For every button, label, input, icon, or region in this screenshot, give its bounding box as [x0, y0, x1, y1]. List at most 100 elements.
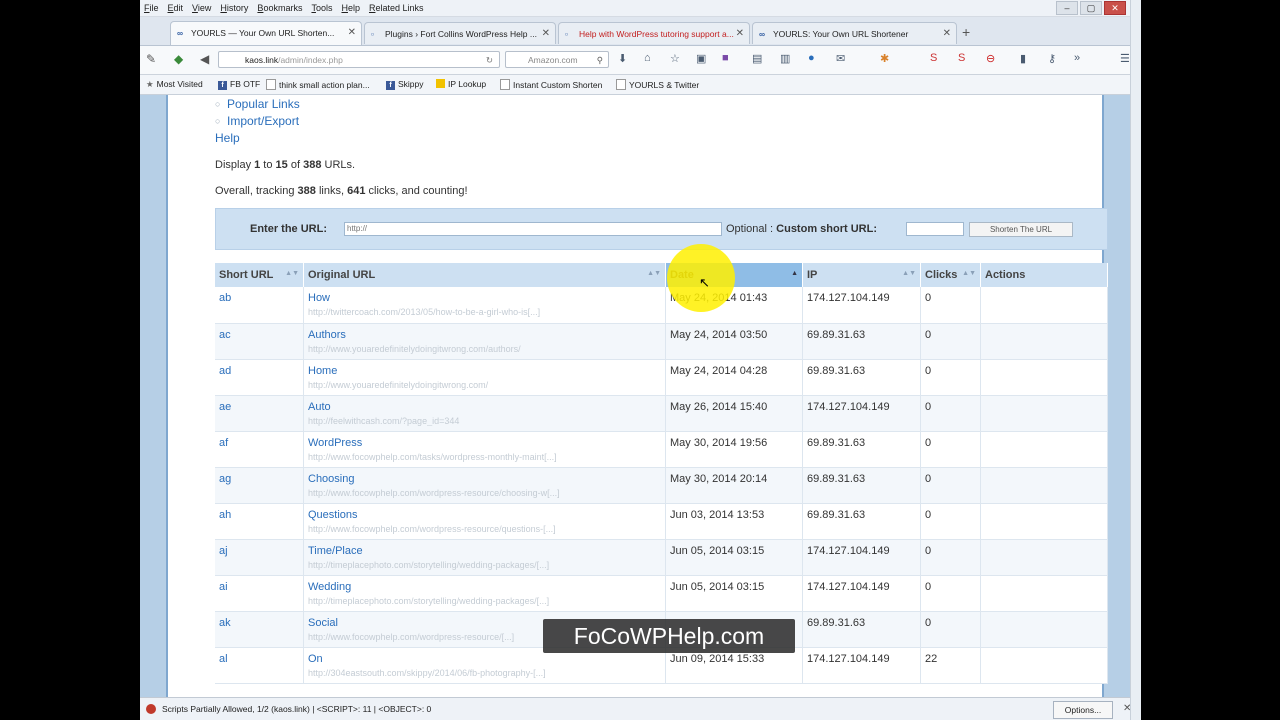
stop-icon[interactable]: ⊖ [986, 52, 995, 65]
noscript-icon[interactable]: ✎ [146, 52, 156, 66]
shorten-url-button[interactable]: Shorten The URL [969, 222, 1073, 237]
minimize-icon[interactable]: – [1056, 1, 1078, 15]
close-tab-icon[interactable]: ✕ [943, 23, 951, 44]
new-tab-icon[interactable]: + [962, 24, 970, 40]
custom-keyword-input[interactable] [906, 222, 964, 236]
menu-file[interactable]: File [144, 3, 159, 13]
screenshot-icon[interactable]: ▤ [752, 52, 762, 65]
maximize-icon[interactable]: ▢ [1080, 1, 1102, 15]
header-short-url[interactable]: Short URL ▲▼ [215, 263, 304, 287]
menu-hamburger-icon[interactable]: ☰ [1120, 52, 1130, 65]
header-clicks[interactable]: Clicks ▲▼ [920, 263, 981, 287]
bookmark-ip-lookup[interactable]: IP Lookup [436, 79, 486, 89]
extension-icon[interactable]: ■ [722, 52, 729, 64]
close-tab-icon[interactable]: ✕ [736, 23, 744, 44]
addon-icon[interactable]: ◆ [174, 52, 183, 66]
bookmark-instant-shorten[interactable]: Instant Custom Shorten [500, 79, 602, 90]
url-title-link[interactable]: How [308, 292, 661, 304]
noscript-status-icon[interactable] [146, 704, 156, 714]
tab-plugins[interactable]: ▫ Plugins › Fort Collins WordPress Help .… [364, 22, 556, 44]
short-url-link[interactable]: ai [215, 575, 304, 612]
close-tab-icon[interactable]: ✕ [348, 22, 356, 44]
short-url-link[interactable]: ad [215, 359, 304, 396]
close-window-icon[interactable]: ✕ [1104, 1, 1126, 15]
home-icon[interactable]: ⌂ [644, 52, 651, 64]
url-title-link[interactable]: Time/Place [308, 545, 661, 557]
bookmark-yourls-twitter[interactable]: YOURLS & Twitter [616, 79, 699, 90]
overflow-icon[interactable]: » [1074, 52, 1080, 64]
pocket-icon[interactable]: ▣ [696, 52, 706, 65]
import-export-link[interactable]: Import/Export [215, 114, 299, 128]
menu-bookmarks[interactable]: Bookmarks [257, 3, 302, 13]
close-tab-icon[interactable]: ✕ [542, 23, 550, 44]
display-to: 15 [275, 159, 288, 171]
cylinder-icon[interactable]: ▮ [1020, 52, 1026, 65]
popular-links-link[interactable]: Popular Links [215, 97, 300, 111]
menu-edit[interactable]: Edit [168, 3, 184, 13]
url-title-link[interactable]: Auto [308, 401, 661, 413]
key-icon[interactable]: ⚷ [1048, 52, 1056, 65]
help-link[interactable]: Help [215, 131, 240, 145]
header-ip[interactable]: IP ▲▼ [802, 263, 921, 287]
short-url-link[interactable]: ac [215, 323, 304, 360]
address-bar[interactable]: kaos.link/admin/index.php ↻ [218, 51, 500, 68]
short-url-link[interactable]: aj [215, 539, 304, 576]
menu-history[interactable]: History [220, 3, 248, 13]
options-button[interactable]: Options... [1053, 701, 1113, 719]
short-url-link[interactable]: ah [215, 503, 304, 540]
bookmark-fb-otf[interactable]: f FB OTF [218, 79, 260, 90]
optional-label: Optional : Custom short URL: [726, 223, 877, 235]
url-title-link[interactable]: Choosing [308, 473, 661, 485]
download-icon[interactable]: ⬇ [618, 52, 627, 65]
short-url-link[interactable]: ak [215, 611, 304, 648]
bookmark-most-visited[interactable]: ★ Most Visited [146, 79, 203, 90]
menu-related-links[interactable]: Related Links [369, 3, 424, 13]
clicks-cell: 0 [920, 287, 981, 324]
header-label: Date [670, 269, 694, 281]
short-url-link[interactable]: ae [215, 395, 304, 432]
menu-help[interactable]: Help [341, 3, 360, 13]
page-icon: ▫ [565, 29, 569, 39]
date-cell: May 24, 2014 01:43 [665, 287, 803, 324]
firebug-icon[interactable]: ✱ [880, 52, 889, 65]
url-title-link[interactable]: On [308, 653, 661, 665]
header-date[interactable]: Date ▲ [665, 263, 803, 287]
actions-cell [980, 647, 1108, 684]
url-title-link[interactable]: Authors [308, 329, 661, 341]
back-icon[interactable]: ◀ [200, 52, 209, 66]
short-url-link[interactable]: af [215, 431, 304, 468]
menu-view[interactable]: View [192, 3, 211, 13]
ip-icon [436, 79, 445, 88]
sync-icon[interactable]: ● [808, 52, 815, 64]
url-title-link[interactable]: Home [308, 365, 661, 377]
url-title-link[interactable]: Questions [308, 509, 661, 521]
chat-icon[interactable]: ✉ [836, 52, 845, 65]
date-cell: Jun 03, 2014 13:53 [665, 503, 803, 540]
bookmark-think-small[interactable]: think small action plan... [266, 79, 370, 90]
tab-yourls-admin[interactable]: ∞ YOURLS — Your Own URL Shorten... ✕ [170, 21, 362, 45]
lastpass-icon[interactable]: S [930, 52, 937, 64]
bookmark-skippy[interactable]: f Skippy [386, 79, 424, 90]
adblock-icon[interactable]: S [958, 52, 965, 64]
menu-tools[interactable]: Tools [311, 3, 332, 13]
original-url-cell: Choosing http://www.focowphelp.com/wordpr… [303, 467, 666, 504]
url-title-link[interactable]: WordPress [308, 437, 661, 449]
short-url-link[interactable]: ag [215, 467, 304, 504]
star-icon: ★ [146, 79, 154, 89]
sort-icon: ▲▼ [962, 270, 976, 277]
actions-cell [980, 359, 1108, 396]
short-url-link[interactable]: al [215, 647, 304, 684]
search-icon[interactable]: ⚲ [597, 52, 603, 69]
stats-icon[interactable]: ▥ [780, 52, 790, 65]
reload-icon[interactable]: ↻ [486, 52, 493, 69]
yourls-admin-page: Popular Links Import/Export Help Display… [166, 95, 1108, 697]
tab-yourls-home[interactable]: ∞ YOURLS: Your Own URL Shortener ✕ [752, 22, 957, 44]
tab-help-wordpress[interactable]: ▫ Help with WordPress tutoring support a.… [558, 22, 750, 44]
url-input[interactable] [344, 222, 722, 236]
bookmark-star-icon[interactable]: ☆ [670, 52, 680, 65]
url-title-link[interactable]: Wedding [308, 581, 661, 593]
table-row: ah Questions http://www.focowphelp.com/wo… [215, 503, 1108, 540]
search-bar[interactable]: Amazon.com ⚲ [505, 51, 609, 68]
header-original-url[interactable]: Original URL ▲▼ [303, 263, 666, 287]
short-url-link[interactable]: ab [215, 287, 304, 324]
